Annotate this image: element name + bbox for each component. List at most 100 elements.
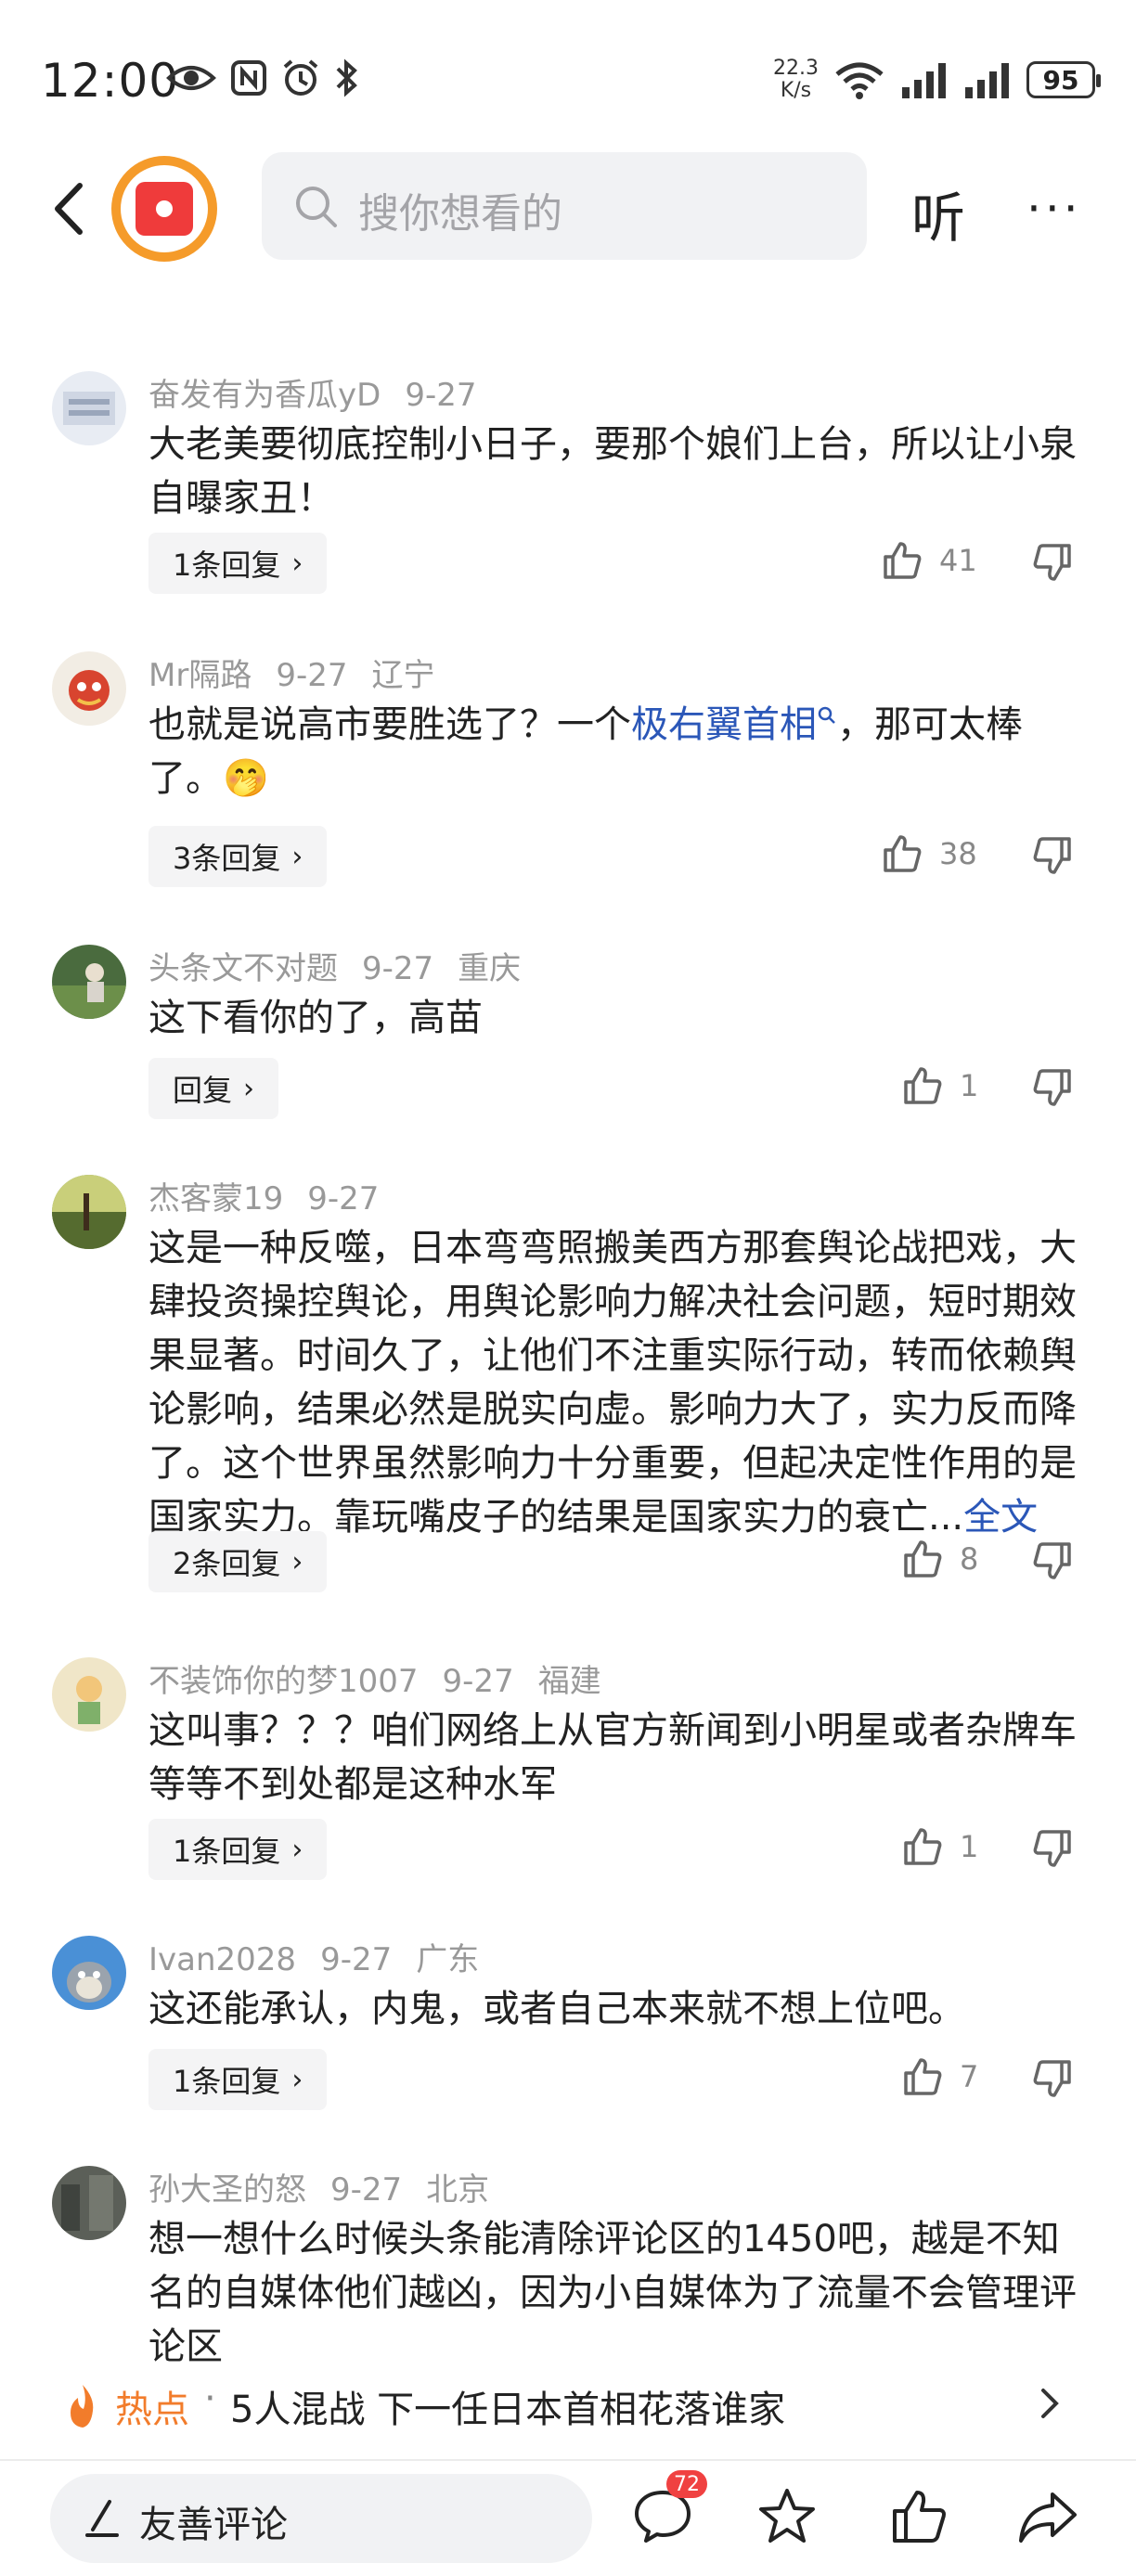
comment-username[interactable]: 不装饰你的梦1007: [148, 1663, 419, 1700]
like-button[interactable]: 7: [902, 2056, 978, 2097]
reply-button[interactable]: 3条回复 ›: [148, 826, 328, 887]
comment-location: 辽宁: [371, 657, 435, 694]
chevron-right-icon: ›: [291, 1833, 303, 1866]
comment-count-badge: 72: [666, 2470, 707, 2498]
top-nav: 搜你想看的 听 ···: [0, 148, 1136, 269]
bluetooth-icon: [336, 58, 357, 97]
reply-button[interactable]: 回复 ›: [148, 1058, 279, 1119]
thumbs-down-icon[interactable]: [1032, 835, 1073, 876]
chevron-right-icon: [1041, 2389, 1059, 2418]
hot-separator: ·: [204, 2377, 216, 2420]
avatar[interactable]: [52, 651, 126, 726]
thumbs-down-icon[interactable]: [1032, 1067, 1073, 1108]
comment-username[interactable]: 奋发有为香瓜yD: [148, 377, 381, 414]
thumbs-up-icon: [884, 835, 922, 872]
avatar[interactable]: [52, 1175, 126, 1249]
comment-meta: 不装饰你的梦1007 9-27 福建: [148, 1655, 626, 1701]
hot-topic-bar[interactable]: 热点 · 5人混战 下一任日本首相花落谁家: [0, 2366, 1136, 2450]
like-count: 1: [960, 1829, 979, 1864]
comment-meta: Ivan2028 9-27 广东: [148, 1934, 503, 1979]
reply-button[interactable]: 1条回复 ›: [148, 1819, 328, 1880]
avatar[interactable]: [52, 371, 126, 445]
like-button[interactable]: 41: [882, 540, 977, 581]
search-link[interactable]: 极右翼首相: [631, 703, 817, 746]
share-icon[interactable]: [1017, 2487, 1078, 2546]
like-button[interactable]: 38: [882, 833, 977, 874]
reply-button[interactable]: 1条回复 ›: [148, 533, 328, 594]
thumbs-down-icon[interactable]: [1032, 1540, 1073, 1581]
back-arrow-icon[interactable]: [45, 176, 100, 241]
like-button[interactable]: 8: [902, 1539, 978, 1579]
status-time: 12:00: [41, 54, 180, 108]
signal-icon-1: [902, 63, 946, 98]
net-speed: 22.3 K/s: [773, 57, 819, 102]
comment-date: 9-27: [320, 1941, 393, 1978]
search-bar[interactable]: 搜你想看的: [262, 152, 867, 260]
comment-meta: 孙大圣的怒 9-27 北京: [148, 2164, 513, 2209]
comment-text: 这叫事？？？咱们网络上从官方新闻到小明星或者杂牌车等等不到处都是这种水军: [148, 1709, 1077, 1806]
flame-icon: [71, 2385, 94, 2428]
reply-button[interactable]: 1条回复 ›: [148, 2049, 328, 2110]
bottom-bar: 友善评论 72: [0, 2461, 1136, 2576]
comment-location: 重庆: [458, 950, 522, 987]
thumbs-up-icon: [904, 1067, 942, 1104]
thumbs-up-icon[interactable]: [889, 2487, 949, 2546]
reply-button[interactable]: 2条回复 ›: [148, 1531, 328, 1592]
app-logo[interactable]: [111, 156, 217, 262]
pen-icon: [85, 2500, 119, 2537]
comment-input[interactable]: 友善评论: [50, 2474, 592, 2563]
thumbs-up-icon: [904, 2058, 942, 2095]
like-button[interactable]: 1: [902, 1065, 978, 1106]
nfc-icon: [231, 60, 266, 96]
like-count: 1: [960, 1068, 979, 1103]
comment-location: 福建: [537, 1663, 601, 1700]
comment-username[interactable]: 杰客蒙19: [148, 1180, 283, 1217]
logo-icon: [136, 182, 193, 236]
signal-icon-2: [965, 63, 1009, 98]
avatar[interactable]: [52, 1657, 126, 1732]
comment-placeholder: 友善评论: [139, 2504, 288, 2546]
thumbs-down-icon[interactable]: [1032, 542, 1073, 583]
chevron-right-icon: ›: [291, 547, 303, 580]
comment-date: 9-27: [442, 1663, 514, 1700]
alarm-icon: [283, 59, 318, 96]
avatar[interactable]: [52, 1936, 126, 2010]
avatar[interactable]: [52, 945, 126, 1019]
thumbs-down-icon[interactable]: [1032, 1828, 1073, 1869]
comment-location: 北京: [426, 2171, 490, 2209]
comment-text: 大老美要彻底控制小日子，要那个娘们上台，所以让小泉自曝家丑！: [148, 423, 1077, 520]
avatar[interactable]: [52, 2166, 126, 2240]
thumbs-down-icon[interactable]: [1032, 2058, 1073, 2099]
comment-meta: Mr隔路 9-27 辽宁: [148, 650, 459, 695]
comment-username[interactable]: 孙大圣的怒: [148, 2171, 306, 2209]
comment-username[interactable]: Mr隔路: [148, 657, 252, 694]
comment-username[interactable]: Ivan2028: [148, 1941, 296, 1978]
comment-text: 也就是说高市要胜选了？一个极右翼首相 ，那可太棒了。🤭: [148, 703, 1023, 800]
like-count: 41: [939, 543, 977, 578]
comment-text: 这还能承认，内鬼，或者自己本来就不想上位吧。: [148, 1988, 965, 2030]
status-right: 22.3 K/s 95: [773, 57, 1101, 102]
comment-meta: 杰客蒙19 9-27: [148, 1173, 403, 1218]
thumbs-up-icon: [884, 542, 922, 579]
wifi-icon: [835, 62, 884, 99]
search-placeholder: 搜你想看的: [358, 190, 562, 238]
listen-button[interactable]: 听: [911, 174, 965, 252]
comment-date: 9-27: [330, 2171, 403, 2209]
full-text-link[interactable]: 全文: [963, 1496, 1038, 1539]
like-count: 38: [939, 836, 977, 871]
status-icons: [165, 58, 360, 98]
chevron-right-icon: ›: [291, 2063, 303, 2096]
comment-meta: 奋发有为香瓜yD 9-27: [148, 369, 500, 415]
comment-date: 9-27: [276, 657, 348, 694]
comment-text: 这下看你的了，高苗: [148, 997, 483, 1039]
status-bar: 12:00 22.3 K/s 95: [0, 0, 1136, 139]
star-icon[interactable]: [757, 2487, 817, 2546]
comment-date: 9-27: [362, 950, 434, 987]
comment-date: 9-27: [405, 377, 477, 414]
more-button[interactable]: ···: [1026, 182, 1082, 236]
chevron-right-icon: ›: [291, 840, 303, 873]
eye-icon: [166, 66, 216, 90]
comment-username[interactable]: 头条文不对题: [148, 950, 338, 987]
like-button[interactable]: 1: [902, 1826, 978, 1867]
hot-label: 热点: [115, 2389, 189, 2431]
